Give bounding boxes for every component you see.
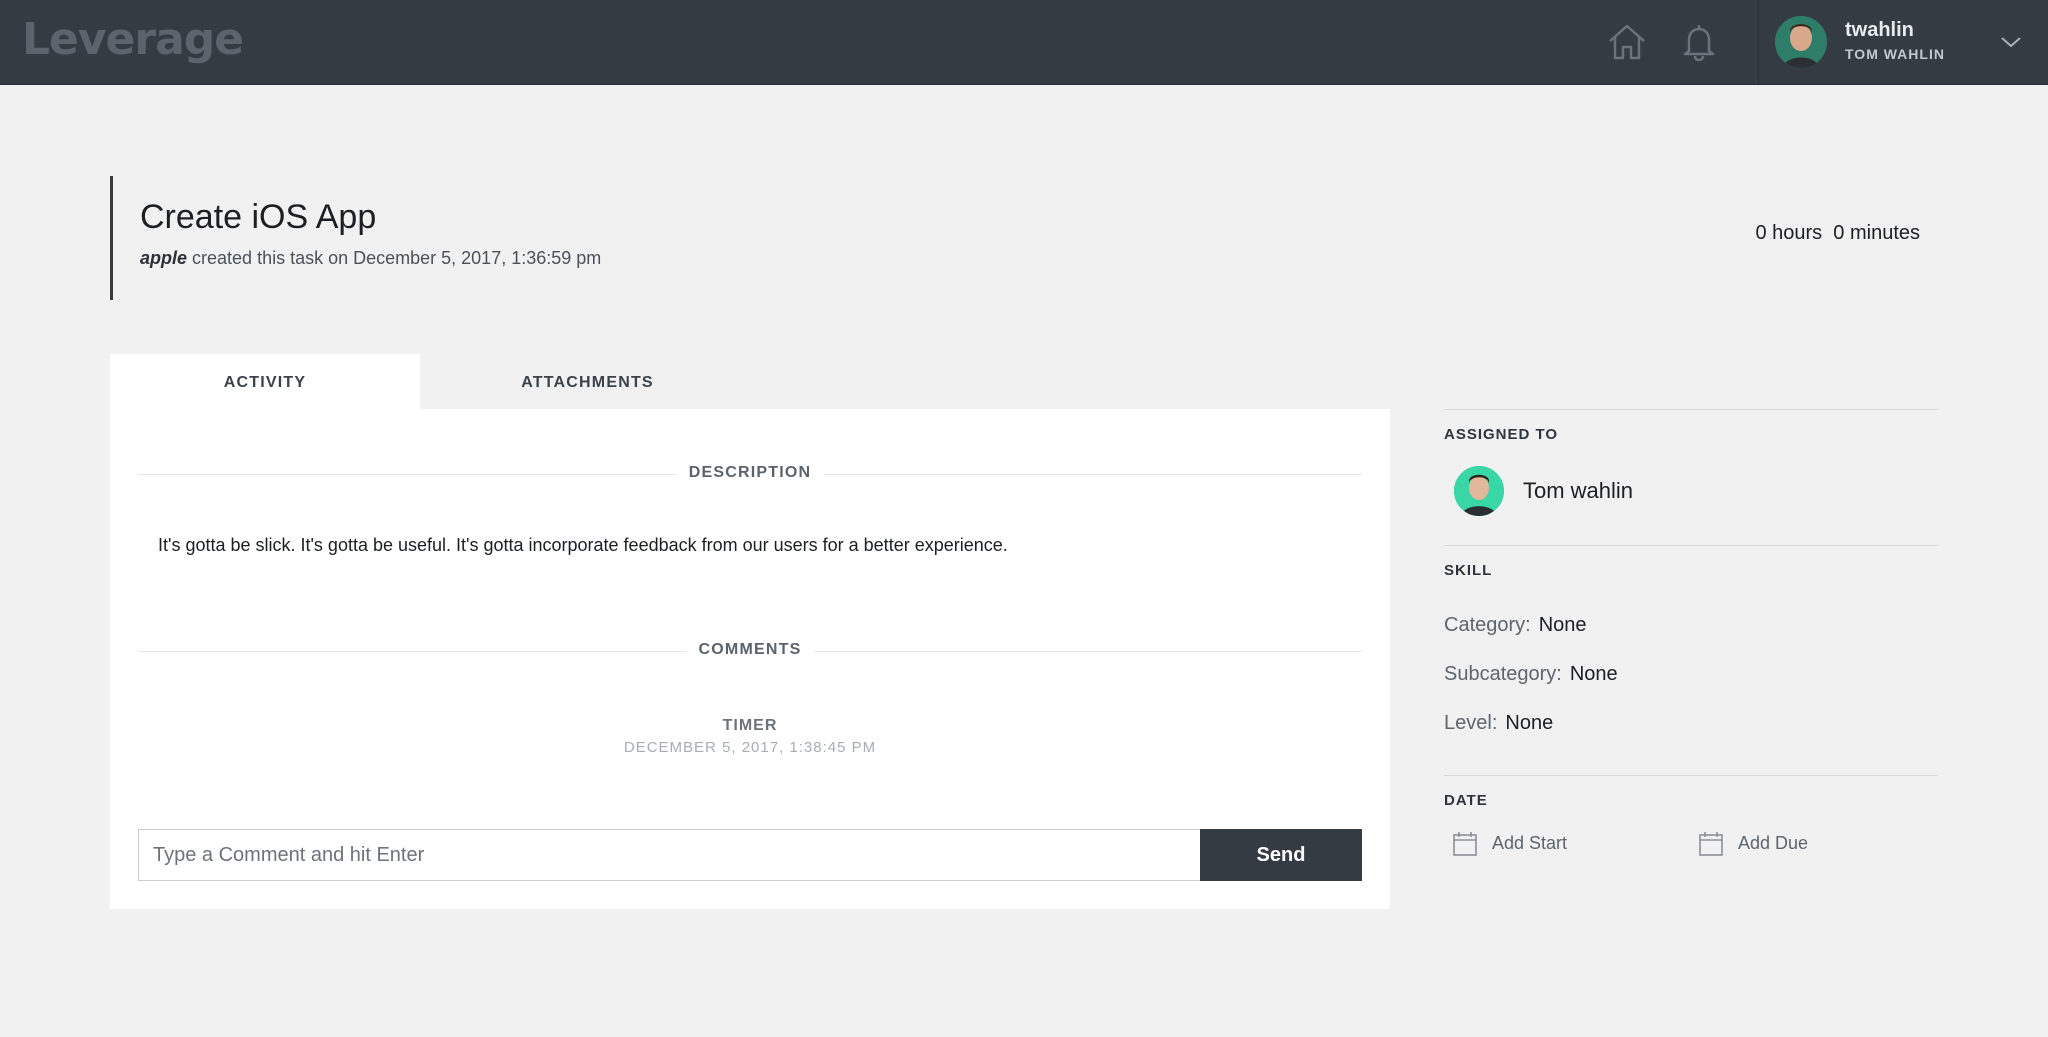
- level-row[interactable]: Level: None: [1444, 712, 1553, 735]
- top-navbar: Leverage twahlin TOM WAHLIN: [0, 0, 2048, 85]
- calendar-icon: [1699, 832, 1723, 856]
- level-label: Level:: [1444, 712, 1498, 734]
- user-full-name: TOM WAHLIN: [1845, 46, 1945, 62]
- user-menu[interactable]: twahlin TOM WAHLIN: [1758, 0, 2048, 84]
- calendar-icon: [1453, 832, 1477, 856]
- add-due-label: Add Due: [1738, 833, 1809, 853]
- add-due-date-button[interactable]: Add Due: [1698, 831, 1848, 857]
- date-heading: DATE: [1444, 792, 1488, 809]
- tab-activity[interactable]: ACTIVITY: [110, 354, 420, 409]
- tab-attachments[interactable]: ATTACHMENTS: [430, 354, 745, 409]
- task-header: Create iOS App apple created this task o…: [110, 176, 913, 300]
- task-creator: apple: [140, 248, 188, 268]
- add-start-date-button[interactable]: Add Start: [1452, 831, 1602, 857]
- category-value: None: [1538, 614, 1587, 636]
- comment-input[interactable]: [138, 829, 1200, 881]
- add-start-label: Add Start: [1492, 833, 1568, 853]
- home-icon[interactable]: [1605, 20, 1649, 64]
- subcategory-label: Subcategory:: [1444, 663, 1562, 685]
- sidebar-divider: [1444, 775, 1938, 776]
- user-avatar[interactable]: [1775, 16, 1827, 68]
- category-row[interactable]: Category: None: [1444, 614, 1587, 637]
- assignee-name[interactable]: Tom wahlin: [1523, 478, 1633, 504]
- skill-heading: SKILL: [1444, 562, 1493, 579]
- time-spent: 0 hours 0 minutes: [1755, 222, 1920, 244]
- description-divider: DESCRIPTION: [138, 464, 1362, 484]
- task-created-text: created this task on December 5, 2017, 1…: [192, 248, 602, 268]
- chevron-down-icon[interactable]: [1999, 32, 2023, 52]
- timer-date: DECEMBER 5, 2017, 1:38:45 PM: [623, 739, 877, 756]
- app-logo[interactable]: Leverage: [22, 14, 244, 65]
- user-handle: twahlin: [1845, 19, 1914, 41]
- sidebar-divider: [1444, 409, 1938, 410]
- activity-panel: DESCRIPTION It's gotta be slick. It's go…: [110, 409, 1390, 909]
- task-created-info: apple created this task on December 5, 2…: [140, 248, 601, 269]
- comments-heading: COMMENTS: [686, 641, 814, 659]
- send-button[interactable]: Send: [1200, 829, 1362, 881]
- subcategory-value: None: [1569, 663, 1618, 685]
- timer-label: TIMER: [722, 717, 778, 734]
- subcategory-row[interactable]: Subcategory: None: [1444, 663, 1618, 686]
- comments-divider: COMMENTS: [138, 641, 1362, 661]
- sidebar-divider: [1444, 545, 1938, 546]
- assigned-to-heading: ASSIGNED TO: [1444, 426, 1559, 443]
- level-value: None: [1505, 712, 1554, 734]
- assignee-avatar[interactable]: [1454, 466, 1504, 516]
- page-title: Create iOS App: [140, 198, 377, 236]
- task-description: It's gotta be slick. It's gotta be usefu…: [158, 535, 1008, 555]
- description-heading: DESCRIPTION: [676, 464, 824, 482]
- timer-entry: TIMER DECEMBER 5, 2017, 1:38:45 PM: [110, 717, 1390, 756]
- category-label: Category:: [1444, 614, 1531, 636]
- bell-icon[interactable]: [1677, 20, 1721, 64]
